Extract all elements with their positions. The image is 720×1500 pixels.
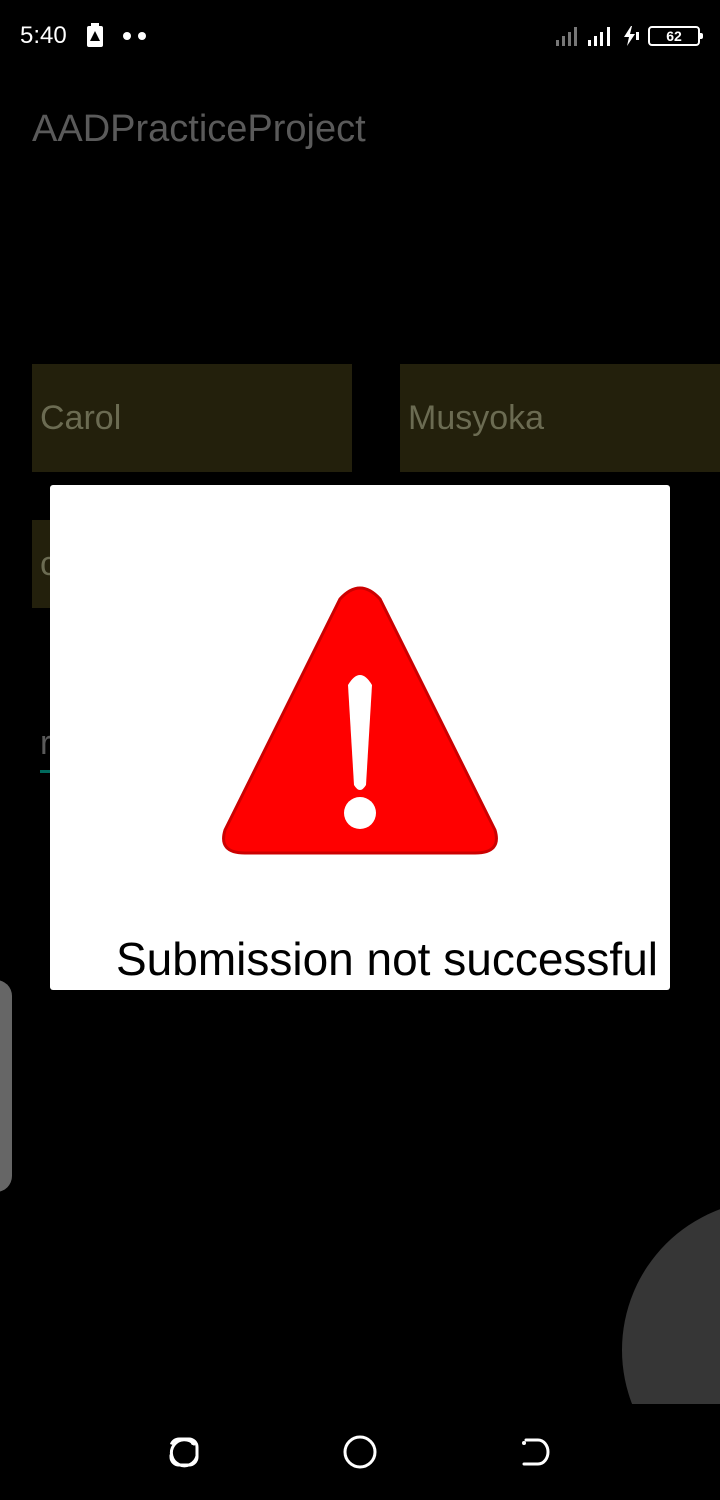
- screen: 5:40 62 AADPracticeProject Carol Musyoka…: [0, 0, 720, 1500]
- battery-indicator: 62: [648, 26, 703, 46]
- app-title: AADPracticeProject: [32, 108, 366, 150]
- dialog-message: Submission not successful: [115, 933, 658, 985]
- back-icon[interactable]: [514, 1432, 554, 1472]
- status-right-group: 62: [556, 24, 703, 48]
- side-panel-handle[interactable]: [0, 980, 12, 1192]
- home-icon[interactable]: [340, 1432, 380, 1472]
- charging-icon: [624, 26, 639, 46]
- error-dialog: Submission not successful: [50, 485, 670, 990]
- warning-icon: [222, 586, 498, 855]
- status-time: 5:40: [20, 22, 67, 49]
- last-name-value: Musyoka: [408, 398, 545, 437]
- status-bar: 5:40 62: [0, 0, 720, 72]
- recent-apps-icon[interactable]: [164, 1432, 204, 1472]
- first-name-value: Carol: [40, 398, 122, 437]
- signal-icon: [588, 27, 610, 46]
- battery-saver-icon: [87, 23, 103, 47]
- notification-dots-icon: [123, 32, 146, 40]
- first-name-field[interactable]: Carol: [32, 364, 352, 472]
- signal-icon: [556, 27, 577, 46]
- last-name-field[interactable]: Musyoka: [400, 364, 720, 472]
